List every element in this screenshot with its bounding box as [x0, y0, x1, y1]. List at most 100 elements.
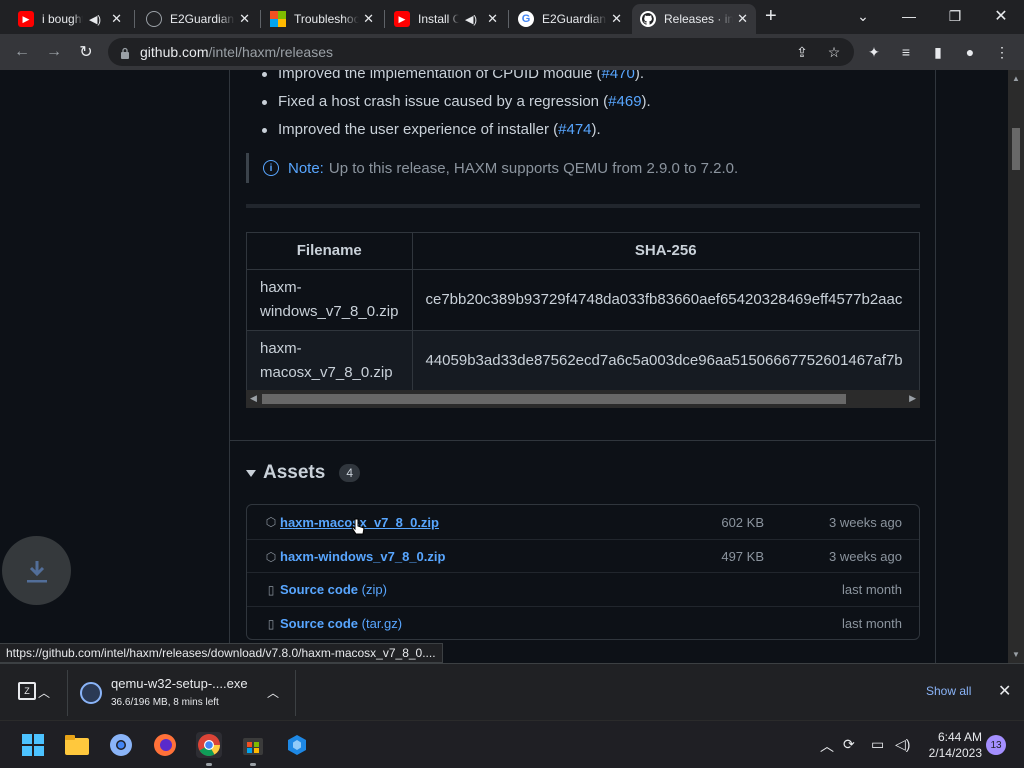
asset-row: ▯ Source code (zip) last month: [247, 572, 919, 606]
network-icon[interactable]: ▭: [871, 736, 884, 753]
firefox-icon[interactable]: [152, 732, 178, 758]
package-icon: ⬡: [265, 549, 277, 564]
release-box: Improved the implementation of CPUID mod…: [229, 70, 936, 663]
asset-link[interactable]: Source code (tar.gz): [280, 616, 402, 631]
share-icon[interactable]: ⇪: [792, 42, 812, 62]
asset-row: ⬡ haxm-macosx_v7_8_0.zip 602 KB 3 weeks …: [265, 514, 902, 530]
issue-link[interactable]: #474: [558, 121, 591, 138]
close-tab-icon[interactable]: ✕: [737, 11, 748, 27]
asset-link[interactable]: haxm-windows_v7_8_0.zip: [280, 549, 445, 564]
tab-strip: ▶ i bought ◀) ✕ E2Guardian ✕ Troubleshoo…: [0, 0, 1024, 34]
download-shelf: Z ︿ qemu-w32-setup-....exe 36.6/196 MB, …: [0, 663, 1024, 720]
table-cell-filename: haxm-windows_v7_8_0.zip: [246, 269, 413, 331]
table-cell-sha: ce7bb20c389b93729f4748da033fb83660aef654…: [411, 269, 920, 331]
divider: [246, 204, 920, 208]
note-callout: i Note: Up to this release, HAXM support…: [246, 153, 738, 183]
package-icon: ⬡: [265, 515, 277, 529]
asset-row: ▯ Source code (tar.gz) last month: [247, 606, 919, 640]
chevron-up-icon[interactable]: ︿: [267, 684, 279, 701]
table-horizontal-scrollbar[interactable]: ◀ ▶: [246, 390, 920, 408]
sha-table-container: Filename SHA-256 haxm-windows_v7_8_0.zip…: [246, 232, 920, 410]
tab-troubleshoot[interactable]: Troubleshoot ✕: [262, 4, 382, 34]
microsoft-store-icon[interactable]: [240, 732, 266, 766]
show-all-downloads-link[interactable]: Show all: [926, 684, 971, 698]
asset-link[interactable]: Source code (zip): [280, 582, 387, 597]
show-hidden-icons[interactable]: ︿: [820, 736, 834, 756]
tab-e2guardian-1[interactable]: E2Guardian ✕: [138, 4, 258, 34]
google-icon: G: [518, 11, 534, 27]
menu-icon[interactable]: ⋮: [992, 42, 1012, 62]
sync-icon[interactable]: ⟳: [843, 736, 855, 753]
download-progress-button[interactable]: [2, 536, 71, 605]
issue-link[interactable]: #470: [601, 70, 634, 82]
chevron-up-icon[interactable]: ︿: [38, 684, 50, 701]
tab-youtube-1[interactable]: ▶ i bought ◀) ✕: [10, 4, 130, 34]
table-row: haxm-macosx_v7_8_0.zip 44059b3ad33de8756…: [246, 330, 920, 392]
table-cell-filename: haxm-macosx_v7_8_0.zip: [246, 330, 413, 392]
table-row: haxm-windows_v7_8_0.zip ce7bb20c389b9372…: [246, 269, 920, 331]
bookmark-star-icon[interactable]: ☆: [824, 42, 844, 62]
github-icon: [640, 11, 656, 27]
download-item[interactable]: qemu-w32-setup-....exe 36.6/196 MB, 8 mi…: [67, 670, 296, 716]
reload-icon[interactable]: ↻: [74, 40, 98, 64]
scroll-right-icon[interactable]: ▶: [909, 393, 916, 404]
scroll-left-icon[interactable]: ◀: [250, 393, 257, 404]
youtube-icon: ▶: [394, 11, 410, 27]
release-note-item: Fixed a host crash issue caused by a reg…: [262, 93, 651, 110]
side-panel-icon[interactable]: ▮: [928, 42, 948, 62]
windows-taskbar: ︿ ⟳ ▭ ◁) 6:44 AM 2/14/2023 13: [0, 720, 1024, 768]
url-text: github.com/intel/haxm/releases: [140, 44, 333, 60]
table-cell-sha: 44059b3ad33de87562ecd7a6c5a003dce96aa515…: [411, 330, 920, 392]
extensions-icon[interactable]: ✦: [864, 42, 884, 62]
close-tab-icon[interactable]: ✕: [363, 11, 374, 27]
close-tab-icon[interactable]: ✕: [239, 11, 250, 27]
speaker-icon[interactable]: ◀): [465, 13, 477, 26]
release-note-item: Improved the user experience of installe…: [262, 121, 601, 138]
clock[interactable]: 6:44 AM 2/14/2023: [922, 729, 982, 761]
speaker-icon[interactable]: ◀): [89, 13, 101, 26]
forward-icon[interactable]: →: [42, 40, 66, 64]
hand-cursor-icon: [351, 518, 365, 535]
close-shelf-icon[interactable]: ✕: [998, 681, 1011, 701]
installer-icon: [80, 682, 102, 704]
app-icon[interactable]: [284, 732, 310, 758]
page-content: Improved the implementation of CPUID mod…: [0, 70, 1008, 663]
assets-toggle[interactable]: Assets 4: [246, 462, 361, 484]
scroll-up-icon[interactable]: ▲: [1012, 74, 1020, 83]
scroll-down-icon[interactable]: ▼: [1012, 650, 1020, 659]
tab-youtube-2[interactable]: ▶ Install C ◀) ✕: [386, 4, 506, 34]
maximize-icon[interactable]: ❐: [932, 0, 978, 32]
tab-releases-active[interactable]: Releases · in ✕: [632, 4, 756, 34]
lock-icon: [120, 46, 130, 59]
table-header: SHA-256: [411, 232, 920, 270]
release-note-item: Improved the implementation of CPUID mod…: [261, 70, 644, 82]
profile-icon[interactable]: ●: [960, 42, 980, 62]
tab-search-icon[interactable]: ⌄: [840, 0, 886, 32]
media-control-icon[interactable]: ≡: [896, 42, 916, 62]
chrome-icon[interactable]: [196, 732, 222, 766]
download-icon: [26, 560, 47, 582]
close-tab-icon[interactable]: ✕: [487, 11, 498, 27]
close-window-icon[interactable]: ✕: [978, 0, 1024, 32]
link-status-bar: https://github.com/intel/haxm/releases/d…: [0, 643, 443, 663]
close-tab-icon[interactable]: ✕: [111, 11, 122, 27]
minimize-icon[interactable]: —: [886, 0, 932, 32]
section-divider: [230, 440, 936, 441]
back-icon[interactable]: ←: [10, 40, 34, 64]
issue-link[interactable]: #469: [608, 93, 641, 110]
page-vertical-scrollbar[interactable]: ▲ ▼: [1008, 70, 1024, 663]
sha-table: Filename SHA-256 haxm-windows_v7_8_0.zip…: [246, 232, 920, 392]
file-explorer-icon[interactable]: [64, 732, 90, 758]
microsoft-icon: [270, 11, 286, 27]
start-icon[interactable]: [20, 732, 46, 758]
notification-badge[interactable]: 13: [986, 735, 1006, 755]
file-icon[interactable]: Z: [18, 682, 36, 700]
scrollbar-thumb[interactable]: [262, 394, 846, 404]
chrome-alt-icon[interactable]: [108, 732, 134, 758]
volume-icon[interactable]: ◁): [895, 736, 910, 753]
close-tab-icon[interactable]: ✕: [611, 11, 622, 27]
address-bar[interactable]: github.com/intel/haxm/releases: [108, 38, 854, 66]
new-tab-icon[interactable]: +: [765, 5, 777, 28]
scrollbar-thumb[interactable]: [1012, 128, 1020, 170]
tab-e2guardian-2[interactable]: G E2Guardian ✕: [510, 4, 630, 34]
